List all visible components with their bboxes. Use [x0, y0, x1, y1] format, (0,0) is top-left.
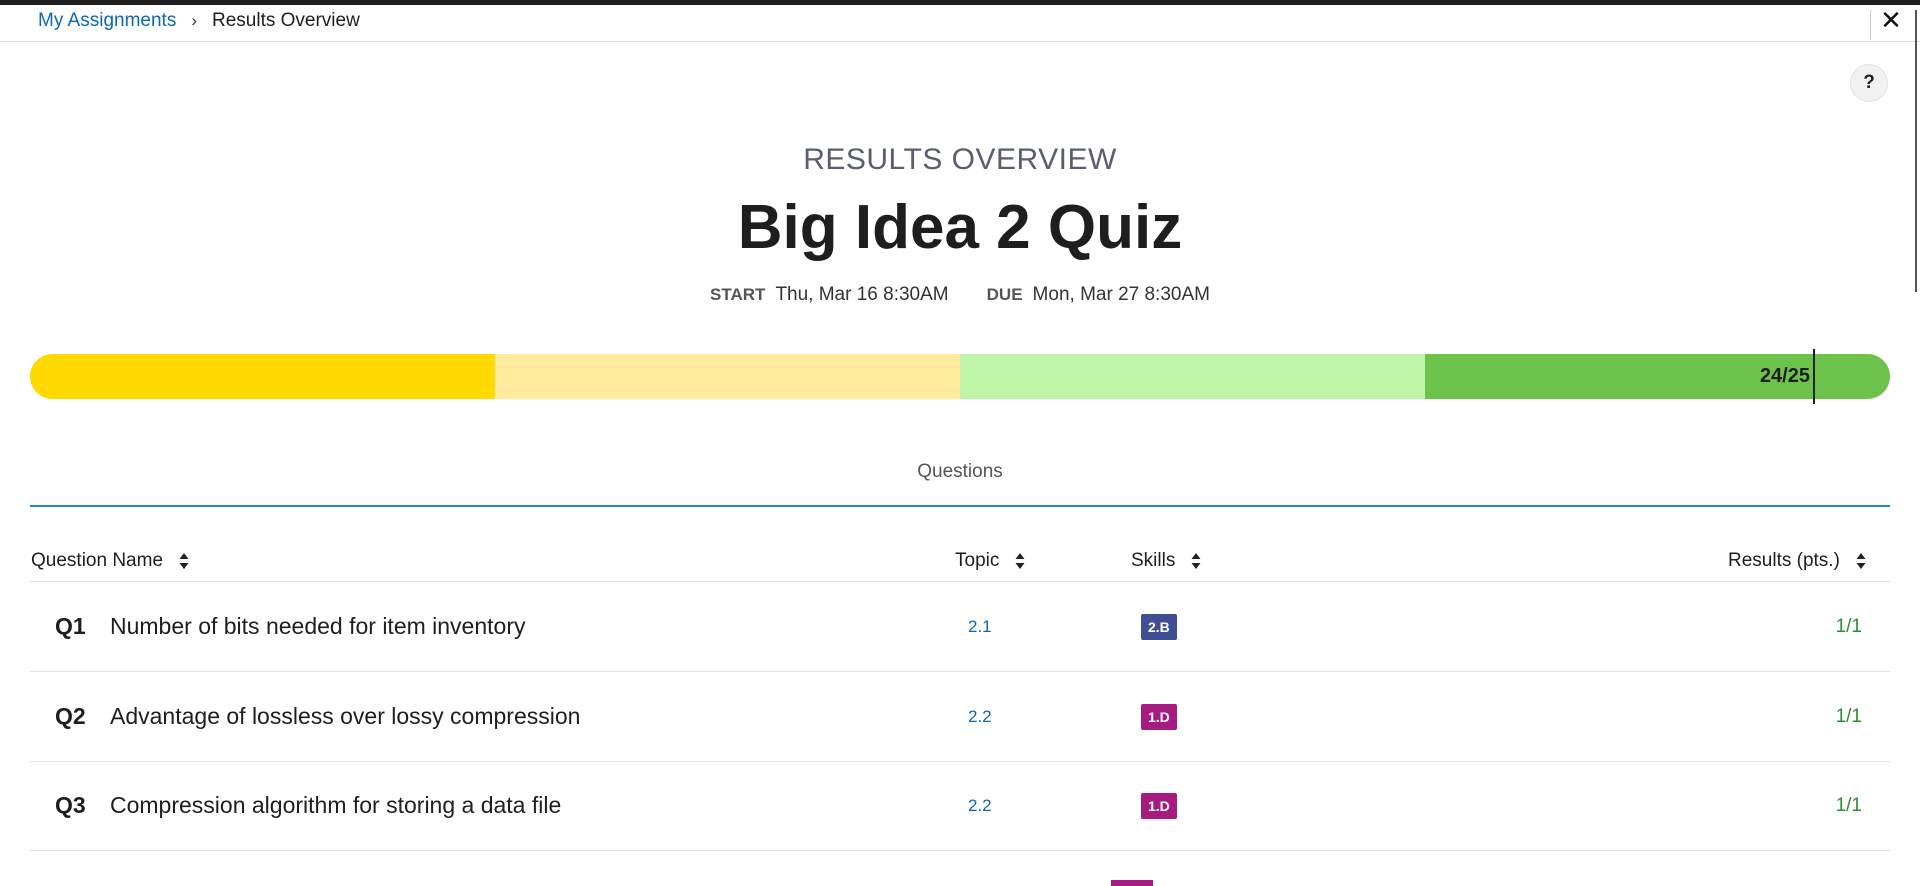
close-icon[interactable]: ✕	[1876, 5, 1906, 35]
score-marker	[1813, 349, 1815, 404]
question-number: Q3	[55, 792, 86, 818]
start-label: START	[710, 285, 766, 304]
progress-segment-3	[960, 354, 1425, 399]
header-bar: My Assignments › Results Overview ✕	[0, 5, 1920, 42]
topic-link[interactable]: 2.2	[968, 761, 992, 850]
skill-badge: 2.B	[1141, 614, 1177, 640]
question-title: Advantage of lossless over lossy compres…	[110, 703, 581, 729]
sort-icon	[1856, 553, 1866, 569]
tab-underline	[30, 505, 1890, 507]
question-result: 1/1	[1835, 794, 1862, 816]
next-row-skill-badge	[1111, 880, 1153, 886]
skill-badge: 1.D	[1141, 793, 1177, 819]
score-label: 24/25	[1759, 365, 1810, 387]
header-divider	[1870, 10, 1871, 40]
column-header-skills[interactable]: Skills	[1131, 542, 1201, 580]
breadcrumb-my-assignments-link[interactable]: My Assignments	[38, 10, 176, 32]
skill-badge: 1.D	[1141, 704, 1177, 730]
breadcrumb-current: Results Overview	[212, 10, 360, 31]
sort-icon	[1015, 553, 1025, 569]
question-title: Compression algorithm for storing a data…	[110, 792, 562, 818]
sort-icon	[1191, 553, 1201, 569]
column-header-label: Skills	[1131, 550, 1176, 571]
tab-questions[interactable]: Questions	[0, 461, 1920, 483]
topic-link[interactable]: 2.1	[968, 582, 992, 671]
page-title: Big Idea 2 Quiz	[737, 193, 1183, 262]
table-header: Question Name Topic Skills Results (pts.…	[30, 542, 1890, 582]
assignment-dates: START Thu, Mar 16 8:30AM DUE Mon, Mar 27…	[0, 284, 1920, 306]
table-row[interactable]: Q1 Number of bits needed for item invent…	[30, 582, 1890, 672]
question-result: 1/1	[1835, 705, 1862, 727]
column-header-topic[interactable]: Topic	[955, 542, 1025, 580]
column-header-label: Topic	[955, 550, 1000, 571]
column-header-label: Results (pts.)	[1728, 550, 1840, 571]
question-result: 1/1	[1835, 615, 1862, 637]
column-header-label: Question Name	[31, 550, 164, 571]
column-header-results[interactable]: Results (pts.)	[1728, 542, 1866, 580]
table-row[interactable]: Q2 Advantage of lossless over lossy comp…	[30, 672, 1890, 762]
breadcrumb: My Assignments › Results Overview	[38, 8, 360, 34]
progress-segment-1	[30, 354, 495, 399]
due-label: DUE	[986, 285, 1023, 304]
due-date: Mon, Mar 27 8:30AM	[1032, 284, 1210, 305]
column-header-question-name[interactable]: Question Name	[31, 542, 189, 580]
question-number: Q2	[55, 703, 86, 729]
topic-link[interactable]: 2.2	[968, 672, 992, 761]
help-icon[interactable]: ?	[1850, 64, 1888, 102]
progress-segment-2	[495, 354, 960, 399]
sort-icon	[179, 553, 189, 569]
question-number: Q1	[55, 613, 86, 639]
page-eyebrow: RESULTS OVERVIEW	[803, 143, 1117, 176]
score-progress-bar: 24/25	[30, 354, 1890, 399]
start-date: Thu, Mar 16 8:30AM	[775, 284, 949, 305]
progress-segment-4	[1425, 354, 1890, 399]
table-row[interactable]: Q3 Compression algorithm for storing a d…	[30, 761, 1890, 851]
question-title: Number of bits needed for item inventory	[110, 613, 526, 639]
chevron-right-icon: ›	[191, 11, 197, 30]
